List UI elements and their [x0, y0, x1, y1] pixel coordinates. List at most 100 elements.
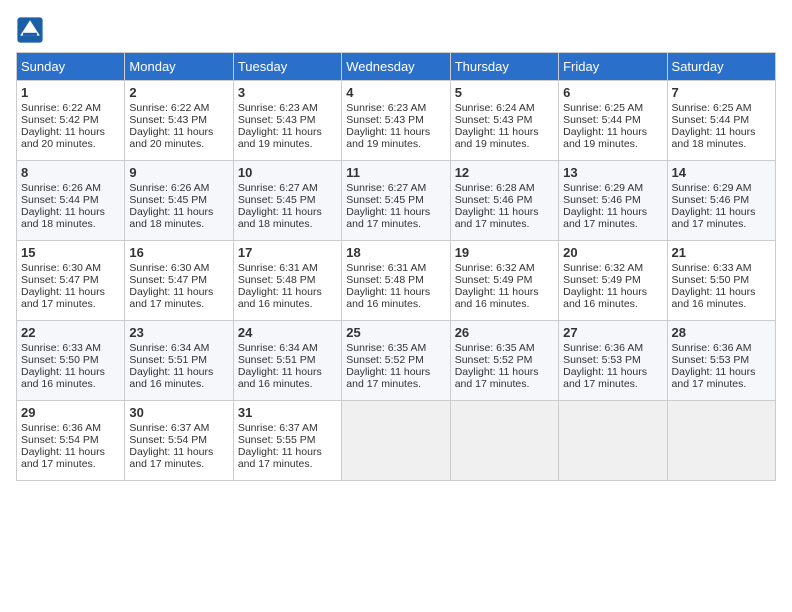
- day-info: Sunrise: 6:22 AM: [21, 102, 120, 114]
- header-cell-monday: Monday: [125, 53, 233, 81]
- calendar-cell: 3Sunrise: 6:23 AMSunset: 5:43 PMDaylight…: [233, 81, 341, 161]
- day-info: and 17 minutes.: [346, 218, 445, 230]
- calendar-body: 1Sunrise: 6:22 AMSunset: 5:42 PMDaylight…: [17, 81, 776, 481]
- day-info: and 17 minutes.: [455, 378, 554, 390]
- calendar-cell: 30Sunrise: 6:37 AMSunset: 5:54 PMDayligh…: [125, 401, 233, 481]
- day-info: Daylight: 11 hours: [563, 286, 662, 298]
- day-number: 8: [21, 165, 120, 180]
- day-info: Sunrise: 6:33 AM: [21, 342, 120, 354]
- calendar-cell: 15Sunrise: 6:30 AMSunset: 5:47 PMDayligh…: [17, 241, 125, 321]
- day-number: 24: [238, 325, 337, 340]
- calendar-cell: 14Sunrise: 6:29 AMSunset: 5:46 PMDayligh…: [667, 161, 775, 241]
- day-info: Sunset: 5:50 PM: [21, 354, 120, 366]
- day-number: 10: [238, 165, 337, 180]
- header-cell-thursday: Thursday: [450, 53, 558, 81]
- day-info: and 16 minutes.: [672, 298, 771, 310]
- calendar-week-1: 1Sunrise: 6:22 AMSunset: 5:42 PMDaylight…: [17, 81, 776, 161]
- day-info: Daylight: 11 hours: [346, 286, 445, 298]
- day-info: Sunrise: 6:36 AM: [21, 422, 120, 434]
- day-info: and 17 minutes.: [238, 458, 337, 470]
- day-info: Sunset: 5:42 PM: [21, 114, 120, 126]
- day-number: 1: [21, 85, 120, 100]
- day-info: and 17 minutes.: [672, 378, 771, 390]
- calendar-cell: 9Sunrise: 6:26 AMSunset: 5:45 PMDaylight…: [125, 161, 233, 241]
- header-cell-wednesday: Wednesday: [342, 53, 450, 81]
- calendar-cell: 26Sunrise: 6:35 AMSunset: 5:52 PMDayligh…: [450, 321, 558, 401]
- calendar-cell: 11Sunrise: 6:27 AMSunset: 5:45 PMDayligh…: [342, 161, 450, 241]
- day-info: and 16 minutes.: [563, 298, 662, 310]
- calendar-cell: 4Sunrise: 6:23 AMSunset: 5:43 PMDaylight…: [342, 81, 450, 161]
- calendar-week-3: 15Sunrise: 6:30 AMSunset: 5:47 PMDayligh…: [17, 241, 776, 321]
- day-info: and 16 minutes.: [21, 378, 120, 390]
- day-info: Sunset: 5:49 PM: [455, 274, 554, 286]
- day-info: Daylight: 11 hours: [238, 366, 337, 378]
- logo: [16, 16, 48, 44]
- day-info: Sunset: 5:47 PM: [129, 274, 228, 286]
- day-info: Sunset: 5:44 PM: [21, 194, 120, 206]
- day-info: Sunset: 5:44 PM: [672, 114, 771, 126]
- calendar-cell: 23Sunrise: 6:34 AMSunset: 5:51 PMDayligh…: [125, 321, 233, 401]
- day-number: 28: [672, 325, 771, 340]
- calendar-cell: 25Sunrise: 6:35 AMSunset: 5:52 PMDayligh…: [342, 321, 450, 401]
- day-info: and 17 minutes.: [563, 378, 662, 390]
- day-info: Sunset: 5:52 PM: [346, 354, 445, 366]
- day-number: 4: [346, 85, 445, 100]
- calendar-cell: 16Sunrise: 6:30 AMSunset: 5:47 PMDayligh…: [125, 241, 233, 321]
- day-info: Sunrise: 6:34 AM: [238, 342, 337, 354]
- page-header: [16, 16, 776, 44]
- calendar-week-5: 29Sunrise: 6:36 AMSunset: 5:54 PMDayligh…: [17, 401, 776, 481]
- day-info: and 17 minutes.: [129, 298, 228, 310]
- day-info: and 17 minutes.: [346, 378, 445, 390]
- day-info: Sunrise: 6:24 AM: [455, 102, 554, 114]
- day-info: Daylight: 11 hours: [129, 206, 228, 218]
- day-number: 3: [238, 85, 337, 100]
- day-info: Daylight: 11 hours: [238, 126, 337, 138]
- calendar-cell: [450, 401, 558, 481]
- day-info: Sunrise: 6:22 AM: [129, 102, 228, 114]
- day-info: Daylight: 11 hours: [129, 366, 228, 378]
- day-info: Daylight: 11 hours: [129, 126, 228, 138]
- day-number: 20: [563, 245, 662, 260]
- day-info: Sunrise: 6:31 AM: [346, 262, 445, 274]
- logo-icon: [16, 16, 44, 44]
- day-number: 12: [455, 165, 554, 180]
- day-info: Sunset: 5:46 PM: [455, 194, 554, 206]
- day-info: Daylight: 11 hours: [563, 366, 662, 378]
- calendar-cell: 1 Sunrise: 6:22 AMSunset: 5:42 PMDaylight…: [17, 81, 125, 161]
- calendar-cell: 12Sunrise: 6:28 AMSunset: 5:46 PMDayligh…: [450, 161, 558, 241]
- day-info: and 17 minutes.: [455, 218, 554, 230]
- calendar-week-2: 8 Sunrise: 6:26 AMSunset: 5:44 PM Daylight…: [17, 161, 776, 241]
- day-info: Sunrise: 6:30 AM: [21, 262, 120, 274]
- calendar-cell: 18Sunrise: 6:31 AMSunset: 5:48 PMDayligh…: [342, 241, 450, 321]
- day-info: Sunrise: 6:33 AM: [672, 262, 771, 274]
- day-info: Sunrise: 6:25 AM: [563, 102, 662, 114]
- day-info: Sunrise: 6:36 AM: [563, 342, 662, 354]
- calendar-cell: 5Sunrise: 6:24 AMSunset: 5:43 PMDaylight…: [450, 81, 558, 161]
- day-info: Daylight: 11 hours: [563, 206, 662, 218]
- day-info: and 20 minutes.: [21, 138, 120, 150]
- day-info: Sunset: 5:44 PM: [563, 114, 662, 126]
- day-info: Daylight: 11 hours: [238, 206, 337, 218]
- day-info: Sunset: 5:52 PM: [455, 354, 554, 366]
- day-info: Daylight: 11 hours: [21, 126, 120, 138]
- day-number: 29: [21, 405, 120, 420]
- day-info: Daylight: 11 hours: [346, 206, 445, 218]
- day-info: Daylight: 11 hours: [455, 366, 554, 378]
- day-number: 6: [563, 85, 662, 100]
- day-info: Sunrise: 6:29 AM: [672, 182, 771, 194]
- day-info: Daylight: 11 hours: [672, 206, 771, 218]
- day-info: and 17 minutes.: [129, 458, 228, 470]
- day-info: Sunrise: 6:28 AM: [455, 182, 554, 194]
- header-cell-sunday: Sunday: [17, 53, 125, 81]
- day-info: Sunset: 5:50 PM: [672, 274, 771, 286]
- calendar-cell: 13Sunrise: 6:29 AMSunset: 5:46 PMDayligh…: [559, 161, 667, 241]
- day-info: Sunrise: 6:27 AM: [346, 182, 445, 194]
- day-info: Daylight: 11 hours: [672, 366, 771, 378]
- day-info: Sunset: 5:45 PM: [346, 194, 445, 206]
- day-info: Daylight: 11 hours: [238, 286, 337, 298]
- day-number: 26: [455, 325, 554, 340]
- day-info: Sunrise: 6:26 AM: [21, 182, 120, 194]
- day-info: Sunset: 5:46 PM: [672, 194, 771, 206]
- day-info: Daylight: 11 hours: [129, 446, 228, 458]
- day-info: Sunrise: 6:23 AM: [346, 102, 445, 114]
